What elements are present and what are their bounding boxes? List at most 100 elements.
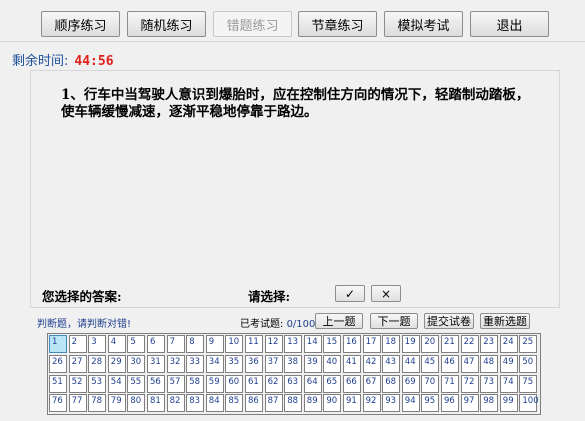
question-number-18[interactable]: 18 xyxy=(382,335,401,353)
question-number-73[interactable]: 73 xyxy=(480,374,499,393)
question-number-59[interactable]: 59 xyxy=(205,374,224,393)
answer-true-button[interactable]: ✓ xyxy=(335,285,365,302)
question-number-41[interactable]: 41 xyxy=(343,354,361,373)
sequential-practice-button[interactable]: 顺序练习 xyxy=(41,11,120,37)
question-number-16[interactable]: 16 xyxy=(343,335,361,353)
question-number-95[interactable]: 95 xyxy=(421,394,440,413)
question-number-8[interactable]: 8 xyxy=(186,335,205,353)
question-number-74[interactable]: 74 xyxy=(499,374,518,393)
question-number-72[interactable]: 72 xyxy=(460,374,479,393)
question-number-98[interactable]: 98 xyxy=(480,394,499,413)
question-number-78[interactable]: 78 xyxy=(88,394,107,413)
question-number-56[interactable]: 56 xyxy=(147,374,165,393)
question-number-34[interactable]: 34 xyxy=(205,354,224,373)
question-number-35[interactable]: 35 xyxy=(225,354,244,373)
question-number-58[interactable]: 58 xyxy=(186,374,205,393)
question-number-90[interactable]: 90 xyxy=(323,394,342,413)
question-number-51[interactable]: 51 xyxy=(49,374,67,393)
question-number-49[interactable]: 49 xyxy=(499,354,518,373)
mock-exam-button[interactable]: 模拟考试 xyxy=(384,11,463,37)
question-number-50[interactable]: 50 xyxy=(519,354,538,373)
previous-question-button[interactable]: 上一题 xyxy=(315,313,363,329)
submit-exam-button[interactable]: 提交试卷 xyxy=(424,313,474,329)
question-number-40[interactable]: 40 xyxy=(323,354,342,373)
question-number-22[interactable]: 22 xyxy=(460,335,479,353)
question-number-63[interactable]: 63 xyxy=(284,374,303,393)
question-number-23[interactable]: 23 xyxy=(480,335,499,353)
question-number-45[interactable]: 45 xyxy=(421,354,440,373)
question-number-4[interactable]: 4 xyxy=(107,335,126,353)
question-number-89[interactable]: 89 xyxy=(303,394,322,413)
next-question-button[interactable]: 下一题 xyxy=(370,313,418,329)
question-number-96[interactable]: 96 xyxy=(441,394,459,413)
exit-button[interactable]: 退出 xyxy=(470,11,549,37)
question-number-97[interactable]: 97 xyxy=(460,394,479,413)
question-number-21[interactable]: 21 xyxy=(441,335,459,353)
question-number-84[interactable]: 84 xyxy=(205,394,224,413)
question-number-82[interactable]: 82 xyxy=(166,394,185,413)
question-number-70[interactable]: 70 xyxy=(421,374,440,393)
question-number-75[interactable]: 75 xyxy=(519,374,538,393)
question-number-94[interactable]: 94 xyxy=(401,394,420,413)
question-number-93[interactable]: 93 xyxy=(382,394,401,413)
question-number-52[interactable]: 52 xyxy=(68,374,87,393)
question-number-91[interactable]: 91 xyxy=(343,394,361,413)
question-number-83[interactable]: 83 xyxy=(186,394,205,413)
question-number-15[interactable]: 15 xyxy=(323,335,342,353)
question-number-65[interactable]: 65 xyxy=(323,374,342,393)
question-number-10[interactable]: 10 xyxy=(225,335,244,353)
random-practice-button[interactable]: 随机练习 xyxy=(127,11,206,37)
question-number-6[interactable]: 6 xyxy=(147,335,165,353)
question-number-57[interactable]: 57 xyxy=(166,374,185,393)
question-number-46[interactable]: 46 xyxy=(441,354,459,373)
question-number-76[interactable]: 76 xyxy=(49,394,67,413)
question-number-85[interactable]: 85 xyxy=(225,394,244,413)
question-number-26[interactable]: 26 xyxy=(49,354,67,373)
question-number-14[interactable]: 14 xyxy=(303,335,322,353)
question-number-33[interactable]: 33 xyxy=(186,354,205,373)
question-number-31[interactable]: 31 xyxy=(147,354,165,373)
restart-selection-button[interactable]: 重新选题 xyxy=(480,313,530,329)
question-number-55[interactable]: 55 xyxy=(127,374,146,393)
question-number-99[interactable]: 99 xyxy=(499,394,518,413)
question-number-88[interactable]: 88 xyxy=(284,394,303,413)
question-number-12[interactable]: 12 xyxy=(264,335,283,353)
question-number-54[interactable]: 54 xyxy=(107,374,126,393)
question-number-28[interactable]: 28 xyxy=(88,354,107,373)
question-number-47[interactable]: 47 xyxy=(460,354,479,373)
question-number-61[interactable]: 61 xyxy=(245,374,263,393)
question-number-7[interactable]: 7 xyxy=(166,335,185,353)
question-number-69[interactable]: 69 xyxy=(401,374,420,393)
question-number-39[interactable]: 39 xyxy=(303,354,322,373)
wrong-questions-practice-button[interactable]: 错题练习 xyxy=(213,11,292,37)
question-number-32[interactable]: 32 xyxy=(166,354,185,373)
question-number-92[interactable]: 92 xyxy=(362,394,381,413)
question-number-1[interactable]: 1 xyxy=(49,335,67,353)
question-number-67[interactable]: 67 xyxy=(362,374,381,393)
question-number-44[interactable]: 44 xyxy=(401,354,420,373)
question-number-30[interactable]: 30 xyxy=(127,354,146,373)
question-number-37[interactable]: 37 xyxy=(264,354,283,373)
question-number-11[interactable]: 11 xyxy=(245,335,263,353)
question-number-79[interactable]: 79 xyxy=(107,394,126,413)
question-number-20[interactable]: 20 xyxy=(421,335,440,353)
question-number-38[interactable]: 38 xyxy=(284,354,303,373)
question-number-3[interactable]: 3 xyxy=(88,335,107,353)
question-number-9[interactable]: 9 xyxy=(205,335,224,353)
question-number-81[interactable]: 81 xyxy=(147,394,165,413)
question-number-86[interactable]: 86 xyxy=(245,394,263,413)
question-number-53[interactable]: 53 xyxy=(88,374,107,393)
question-number-100[interactable]: 100 xyxy=(519,394,539,413)
question-number-13[interactable]: 13 xyxy=(284,335,303,353)
question-number-43[interactable]: 43 xyxy=(382,354,401,373)
question-number-60[interactable]: 60 xyxy=(225,374,244,393)
question-number-36[interactable]: 36 xyxy=(245,354,263,373)
question-number-62[interactable]: 62 xyxy=(264,374,283,393)
question-number-5[interactable]: 5 xyxy=(127,335,146,353)
question-number-87[interactable]: 87 xyxy=(264,394,283,413)
question-number-77[interactable]: 77 xyxy=(68,394,87,413)
question-number-24[interactable]: 24 xyxy=(499,335,518,353)
question-number-42[interactable]: 42 xyxy=(362,354,381,373)
question-number-71[interactable]: 71 xyxy=(441,374,459,393)
question-number-80[interactable]: 80 xyxy=(127,394,146,413)
